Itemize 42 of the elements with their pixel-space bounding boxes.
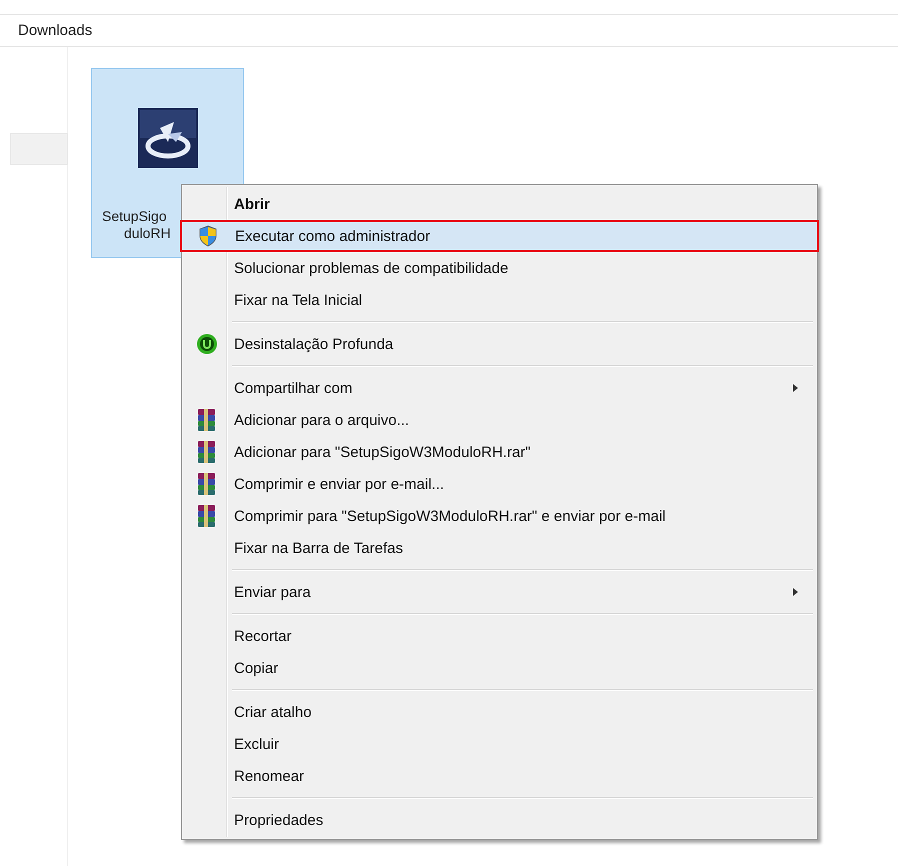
menu-item-label: Enviar para <box>233 584 312 600</box>
menu-item[interactable]: Excluir <box>184 728 815 760</box>
menu-item[interactable]: Renomear <box>184 760 815 792</box>
breadcrumb-location[interactable]: Downloads <box>18 22 92 39</box>
menu-item[interactable]: Compartilhar com <box>184 372 815 404</box>
menu-item-label: Criar atalho <box>233 704 313 720</box>
menu-item-label: Recortar <box>233 628 293 644</box>
menu-item[interactable]: Comprimir e enviar por e-mail... <box>184 468 815 500</box>
menu-item[interactable]: Desinstalação Profunda <box>184 328 815 360</box>
menu-item[interactable]: Criar atalho <box>184 696 815 728</box>
menu-item[interactable]: Adicionar para "SetupSigoW3ModuloRH.rar" <box>184 436 815 468</box>
books-icon <box>196 440 218 464</box>
menu-item[interactable]: Adicionar para o arquivo... <box>184 404 815 436</box>
menu-item-label: Desinstalação Profunda <box>233 336 394 352</box>
menu-item[interactable]: Comprimir para "SetupSigoW3ModuloRH.rar" e enviar por e-mail <box>184 500 815 532</box>
menu-item-label: Adicionar para o arquivo... <box>233 412 410 428</box>
menu-item-label: Renomear <box>233 768 306 784</box>
file-name: SetupSigo <box>102 208 167 225</box>
books-icon <box>196 504 218 528</box>
menu-item-label: Fixar na Tela Inicial <box>233 292 364 308</box>
menu-item[interactable]: Copiar <box>184 652 815 684</box>
shield-icon <box>198 225 218 247</box>
books-icon <box>196 472 218 496</box>
menu-item[interactable]: Propriedades <box>184 804 815 836</box>
menu-item-label: Propriedades <box>233 812 324 828</box>
menu-item-label: Compartilhar com <box>233 380 354 396</box>
menu-item-label: Comprimir para "SetupSigoW3ModuloRH.rar" e enviar por e-mail <box>233 508 667 524</box>
menu-item-label: Comprimir e enviar por e-mail... <box>233 476 446 492</box>
menu-item[interactable]: Recortar <box>184 620 815 652</box>
installer-icon <box>138 108 198 168</box>
menu-item[interactable]: Fixar na Tela Inicial <box>184 284 815 316</box>
menu-item-label: Excluir <box>233 736 280 752</box>
menu-item-label: Adicionar para "SetupSigoW3ModuloRH.rar" <box>233 444 532 460</box>
menu-item-label: Solucionar problemas de compatibilidade <box>233 260 510 276</box>
menu-item-label: Fixar na Barra de Tarefas <box>233 540 404 556</box>
power-icon <box>196 333 218 355</box>
menu-item[interactable]: Fixar na Barra de Tarefas <box>184 532 815 564</box>
menu-item-label: Copiar <box>233 660 280 676</box>
menu-item[interactable]: Enviar para <box>184 576 815 608</box>
books-icon <box>196 408 218 432</box>
menu-item[interactable]: Executar como administrador <box>180 220 819 252</box>
file-name: duloRH <box>123 225 171 242</box>
